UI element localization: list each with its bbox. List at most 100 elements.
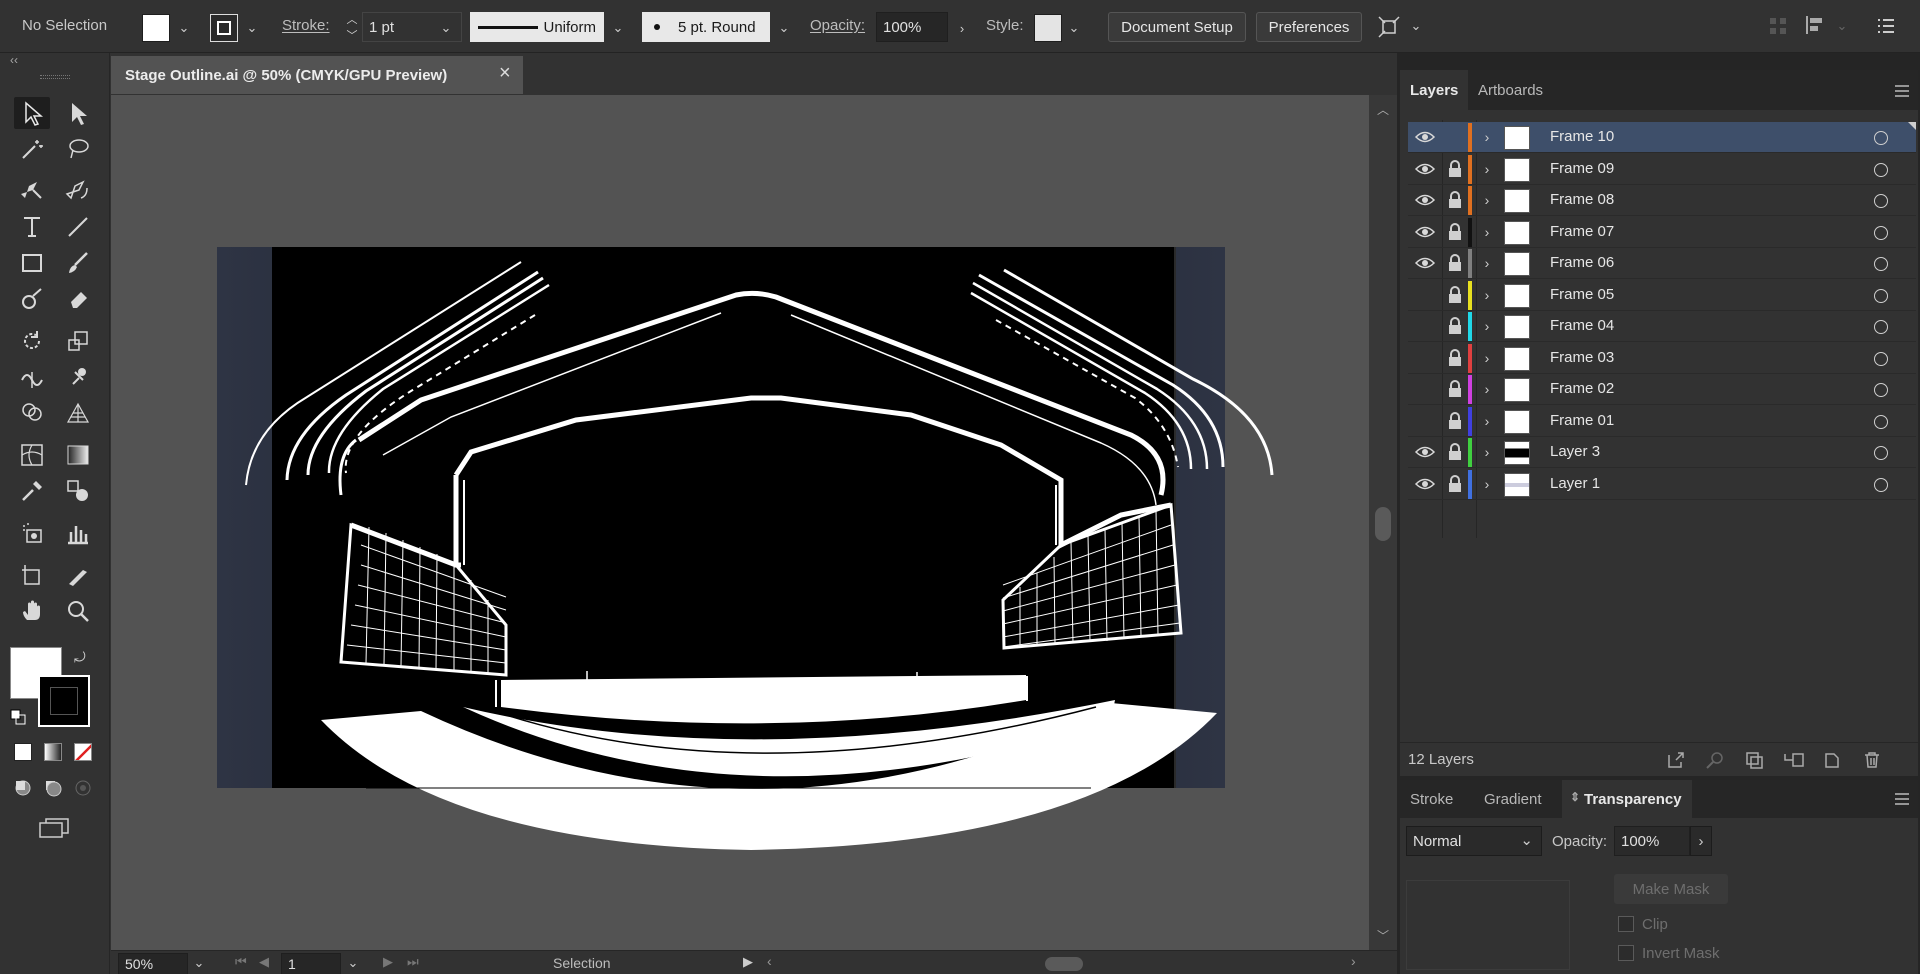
target-circle-icon[interactable]: [1874, 351, 1888, 366]
layer-row[interactable]: › Frame 08: [1408, 185, 1916, 216]
previous-artboard-icon[interactable]: ◀: [259, 954, 269, 970]
toolbar-grip[interactable]: [40, 75, 70, 79]
target-circle-icon[interactable]: [1874, 194, 1888, 208]
layer-name[interactable]: Frame 01: [1550, 412, 1614, 429]
gradient-mode-icon[interactable]: [44, 743, 62, 761]
zoom-dropdown[interactable]: ⌄: [189, 949, 209, 974]
style-swatch[interactable]: [1034, 14, 1062, 42]
target-circle-icon[interactable]: [1874, 257, 1888, 271]
tab-layers[interactable]: Layers: [1400, 70, 1469, 110]
expand-layer-chevron-icon[interactable]: ›: [1476, 437, 1498, 467]
stroke-label[interactable]: Stroke:: [282, 17, 330, 34]
zoom-tool-icon[interactable]: [60, 595, 96, 627]
layer-name[interactable]: Layer 1: [1550, 475, 1600, 492]
layer-row[interactable]: › Frame 05: [1408, 280, 1916, 311]
layer-row[interactable]: › Frame 09: [1408, 154, 1916, 185]
scroll-up-icon[interactable]: ︿: [1377, 101, 1389, 118]
horizontal-scroll-thumb[interactable]: [1045, 957, 1083, 971]
lock-icon[interactable]: [1446, 348, 1464, 368]
tab-gradient[interactable]: Gradient: [1474, 780, 1552, 818]
transparency-opacity-field[interactable]: 100%: [1614, 826, 1690, 856]
blend-tool-icon[interactable]: [60, 475, 96, 507]
clip-checkbox[interactable]: [1618, 916, 1634, 932]
layer-name[interactable]: Frame 04: [1550, 317, 1614, 334]
create-new-layer-icon[interactable]: [1822, 750, 1842, 770]
pen-tool-icon[interactable]: [14, 175, 50, 207]
panel-options-toggle-icon[interactable]: ⇕: [1570, 790, 1580, 804]
shaper-tool-icon[interactable]: [14, 283, 50, 315]
perspective-grid-tool-icon[interactable]: [60, 397, 96, 429]
scroll-left-icon[interactable]: ‹: [767, 953, 772, 969]
visibility-eye-icon[interactable]: [1414, 441, 1436, 463]
target-circle-icon[interactable]: [1874, 131, 1888, 145]
scroll-right-icon[interactable]: ›: [1351, 953, 1356, 969]
none-mode-icon[interactable]: [74, 743, 92, 761]
layers-panel-menu-icon[interactable]: [1894, 84, 1910, 98]
vertical-scrollbar[interactable]: ︿ ﹀: [1369, 95, 1397, 950]
rectangle-tool-icon[interactable]: [14, 247, 50, 279]
document-setup-button[interactable]: Document Setup: [1108, 12, 1246, 42]
stroke-dropdown[interactable]: ⌄: [242, 14, 262, 42]
transparency-opacity-expand[interactable]: ›: [1690, 826, 1712, 856]
artboard-dropdown[interactable]: ⌄: [343, 949, 363, 974]
puppet-dropdown[interactable]: ⌄: [1406, 12, 1426, 40]
opacity-expand[interactable]: ›: [952, 14, 972, 42]
layer-name[interactable]: Frame 07: [1550, 223, 1614, 240]
lock-icon[interactable]: [1446, 474, 1464, 494]
hand-tool-icon[interactable]: [14, 595, 50, 627]
selection-tool-icon[interactable]: [14, 97, 50, 129]
brush-dropdown[interactable]: ⌄: [774, 14, 794, 42]
properties-menu-icon[interactable]: [1876, 16, 1896, 36]
last-artboard-icon[interactable]: ⏭: [407, 954, 419, 970]
default-fill-stroke-icon[interactable]: [10, 709, 26, 725]
tab-transparency[interactable]: ⇕ Transparency: [1562, 780, 1692, 818]
layer-row[interactable]: › Frame 04: [1408, 311, 1916, 342]
style-dropdown[interactable]: ⌄: [1064, 14, 1084, 42]
zoom-field[interactable]: 50%: [118, 953, 188, 974]
layer-name[interactable]: Frame 09: [1550, 160, 1614, 177]
visibility-eye-icon[interactable]: [1414, 315, 1436, 337]
layer-row[interactable]: › Frame 03: [1408, 343, 1916, 374]
gradient-tool-icon[interactable]: [60, 439, 96, 471]
layer-name[interactable]: Frame 05: [1550, 286, 1614, 303]
collect-for-export-icon[interactable]: [1666, 750, 1686, 770]
expand-layer-chevron-icon[interactable]: ›: [1476, 217, 1498, 247]
color-mode-icon[interactable]: [14, 743, 32, 761]
stroke-weight-stepper[interactable]: ︿ ﹀: [342, 12, 362, 42]
line-segment-tool-icon[interactable]: [60, 211, 96, 243]
brush-definition[interactable]: 5 pt. Round: [642, 12, 770, 42]
width-tool-icon[interactable]: [14, 361, 50, 393]
visibility-eye-icon[interactable]: [1414, 378, 1436, 400]
swap-fill-stroke-icon[interactable]: ⤾: [74, 649, 92, 667]
expand-layer-chevron-icon[interactable]: ›: [1476, 185, 1498, 215]
lock-icon[interactable]: [1446, 127, 1464, 147]
layer-row[interactable]: › Frame 10: [1408, 122, 1916, 153]
arrange-icon[interactable]: [1768, 16, 1788, 36]
draw-behind-icon[interactable]: [44, 779, 62, 797]
target-circle-icon[interactable]: [1874, 477, 1888, 492]
scroll-down-icon[interactable]: ﹀: [1377, 927, 1389, 944]
visibility-eye-icon[interactable]: [1414, 252, 1436, 274]
opacity-field[interactable]: 100%: [876, 12, 948, 42]
puppet-warp-icon[interactable]: [1376, 14, 1402, 40]
artboard-number-field[interactable]: 1: [281, 953, 341, 974]
blend-mode-select[interactable]: Normal ⌄: [1406, 826, 1542, 856]
type-tool-icon[interactable]: [14, 211, 50, 243]
slice-tool-icon[interactable]: [60, 559, 96, 591]
profile-dropdown[interactable]: ⌄: [608, 14, 628, 42]
delete-layer-icon[interactable]: [1862, 750, 1882, 770]
fill-swatch[interactable]: [142, 14, 170, 42]
expand-layer-chevron-icon[interactable]: ›: [1476, 343, 1498, 373]
layer-name[interactable]: Frame 08: [1550, 191, 1614, 208]
expand-layer-chevron-icon[interactable]: ›: [1476, 280, 1498, 310]
document-tab[interactable]: Stage Outline.ai @ 50% (CMYK/GPU Preview…: [111, 56, 523, 94]
first-artboard-icon[interactable]: ⏮: [235, 954, 247, 970]
stroke-swatch[interactable]: [210, 14, 238, 42]
invert-mask-checkbox[interactable]: [1618, 945, 1634, 961]
visibility-eye-icon[interactable]: [1414, 347, 1436, 369]
preferences-button[interactable]: Preferences: [1256, 12, 1362, 42]
make-clipping-mask-icon[interactable]: [1744, 750, 1764, 770]
locate-object-icon[interactable]: [1705, 750, 1725, 770]
layer-row[interactable]: › Layer 1: [1408, 469, 1916, 500]
visibility-eye-icon[interactable]: [1414, 189, 1436, 211]
